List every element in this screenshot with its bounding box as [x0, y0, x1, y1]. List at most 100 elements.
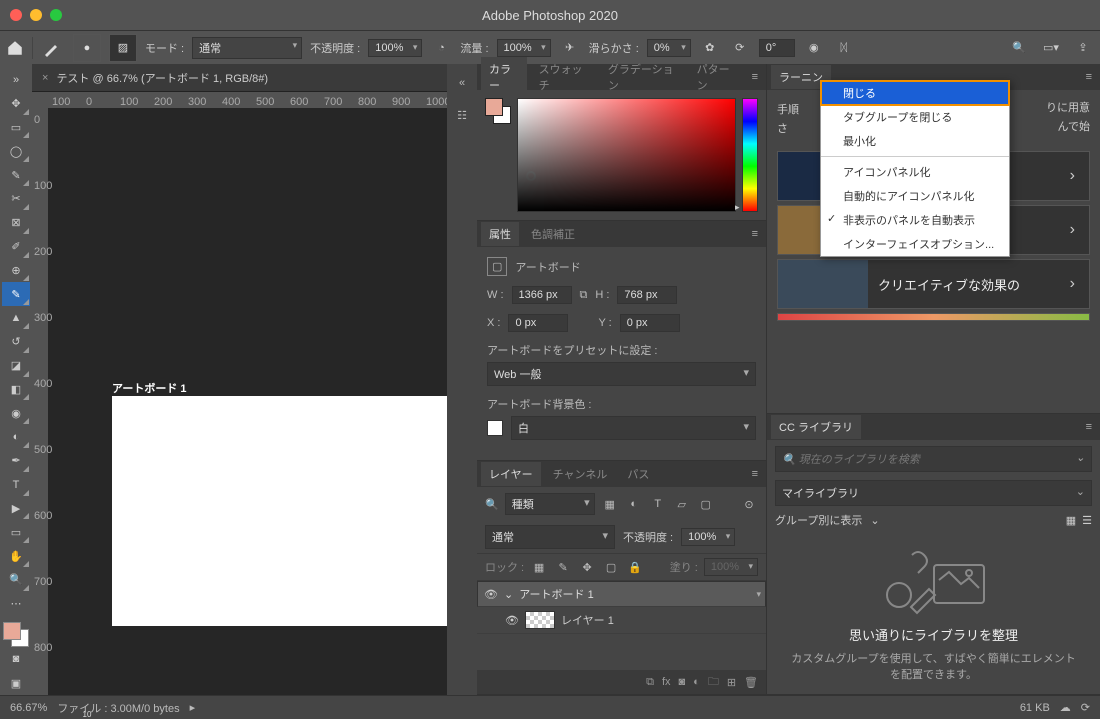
- tab-color[interactable]: カラー: [481, 57, 527, 97]
- flow-select[interactable]: 100%: [497, 39, 551, 57]
- document-tab[interactable]: × テスト @ 66.7% (アートボード 1, RGB/8#): [32, 64, 447, 92]
- zoom-level[interactable]: 66.67%: [10, 702, 47, 714]
- search-icon[interactable]: 🔍: [1008, 37, 1030, 59]
- filter-adjustment-icon[interactable]: ◐: [625, 495, 643, 513]
- cclib-panel-menu-icon[interactable]: ≡: [1082, 421, 1096, 433]
- tab-paths[interactable]: パス: [619, 462, 657, 486]
- height-input[interactable]: 768 px: [617, 286, 677, 304]
- pressure-opacity-icon[interactable]: ◔: [430, 37, 452, 59]
- filter-toggle-icon[interactable]: ⊙: [740, 495, 758, 513]
- smoothing-select[interactable]: 0%: [647, 39, 691, 57]
- healing-tool[interactable]: ⊕: [2, 259, 30, 283]
- home-icon[interactable]: [6, 39, 24, 57]
- blur-tool[interactable]: ◉: [2, 401, 30, 425]
- brush-tool-icon[interactable]: [41, 37, 65, 59]
- marquee-tool[interactable]: ▭: [2, 116, 30, 140]
- tab-channels[interactable]: チャンネル: [545, 462, 616, 486]
- cloud-sync-icon[interactable]: ☁: [1060, 701, 1071, 714]
- screen-mode-icon[interactable]: ▣: [2, 671, 30, 695]
- lock-position-icon[interactable]: ✥: [578, 558, 596, 576]
- color-swatches[interactable]: [3, 622, 29, 648]
- frame-tool[interactable]: ⊠: [2, 211, 30, 235]
- expand-icon[interactable]: ⌄: [504, 588, 513, 601]
- color-fg-bg-swatch[interactable]: [485, 98, 511, 124]
- lock-all-icon[interactable]: 🔒: [626, 558, 644, 576]
- lock-transparency-icon[interactable]: ▦: [530, 558, 548, 576]
- menu-item[interactable]: 最小化: [821, 129, 1009, 153]
- menu-item[interactable]: インターフェイスオプション...: [821, 232, 1009, 256]
- visibility-icon[interactable]: 👁: [484, 588, 498, 601]
- brush-preset-picker[interactable]: ●10: [73, 34, 101, 62]
- color-panel-menu-icon[interactable]: ≡: [748, 71, 762, 83]
- share-icon[interactable]: ⇪: [1072, 37, 1094, 59]
- type-tool[interactable]: T: [2, 473, 30, 497]
- menu-item[interactable]: タブグループを閉じる: [821, 105, 1009, 129]
- cclib-library-select[interactable]: マイライブラリ: [775, 480, 1092, 506]
- move-tool[interactable]: ✥: [2, 92, 30, 116]
- eraser-tool[interactable]: ◪: [2, 354, 30, 378]
- link-wh-icon[interactable]: ⧉: [580, 289, 588, 302]
- layer-opacity-input[interactable]: 100%: [681, 528, 735, 546]
- shape-tool[interactable]: ▭: [2, 520, 30, 544]
- color-field[interactable]: [517, 98, 736, 212]
- menu-item[interactable]: アイコンパネル化: [821, 160, 1009, 184]
- collapse-toolbar-icon[interactable]: »: [2, 68, 30, 92]
- opacity-select[interactable]: 100%: [368, 39, 422, 57]
- quick-mask-icon[interactable]: ◙: [2, 647, 30, 671]
- smoothing-options-icon[interactable]: ✿: [699, 37, 721, 59]
- symmetry-icon[interactable]: ᛞ: [833, 37, 855, 59]
- artboard-label[interactable]: アートボード 1: [112, 380, 187, 396]
- minimize-window-icon[interactable]: [30, 9, 42, 21]
- zoom-tool[interactable]: 🔍: [2, 568, 30, 592]
- new-group-icon[interactable]: 🗀: [708, 673, 719, 692]
- lock-pixels-icon[interactable]: ✎: [554, 558, 572, 576]
- clone-stamp-tool[interactable]: ▲: [2, 306, 30, 330]
- gradient-tool[interactable]: ◧: [2, 378, 30, 402]
- learn-card[interactable]: クリエイティブな効果の›: [777, 259, 1090, 309]
- x-input[interactable]: 0 px: [508, 314, 568, 332]
- filter-smart-icon[interactable]: ▢: [697, 495, 715, 513]
- fill-input[interactable]: 100%: [704, 558, 758, 576]
- menu-item[interactable]: 非表示のパネルを自動表示: [821, 208, 1009, 232]
- bgcolor-select[interactable]: 白: [511, 416, 756, 440]
- history-brush-tool[interactable]: ↺: [2, 330, 30, 354]
- brush-tool[interactable]: ✎: [2, 282, 30, 306]
- eyedropper-tool[interactable]: ✐: [2, 235, 30, 259]
- cclib-search-input[interactable]: 🔍 現在のライブラリを検索: [775, 446, 1092, 472]
- file-info[interactable]: ファイル : 3.00M/0 bytes: [57, 700, 179, 716]
- close-window-icon[interactable]: [10, 9, 22, 21]
- layer-blend-select[interactable]: 通常: [485, 525, 615, 549]
- angle-input[interactable]: 0°: [759, 39, 795, 57]
- preset-select[interactable]: Web 一般: [487, 362, 756, 386]
- quick-select-tool[interactable]: ✎: [2, 163, 30, 187]
- lasso-tool[interactable]: ◯: [2, 139, 30, 163]
- canvas[interactable]: 0100200300400500600700800 アートボード 1: [32, 108, 447, 695]
- sync-settings-icon[interactable]: ⟳: [1081, 701, 1090, 714]
- hand-tool[interactable]: ✋: [2, 544, 30, 568]
- cclib-grid-view-icon[interactable]: ▦: [1066, 514, 1076, 527]
- filter-pixel-icon[interactable]: ▦: [601, 495, 619, 513]
- y-input[interactable]: 0 px: [620, 314, 680, 332]
- cclib-group-label[interactable]: グループ別に表示: [775, 512, 862, 528]
- properties-panel-menu-icon[interactable]: ≡: [748, 228, 762, 240]
- hue-strip[interactable]: [742, 98, 758, 212]
- link-layers-icon[interactable]: ⧉: [646, 676, 654, 689]
- layer-row-artboard[interactable]: 👁 ⌄ アートボード 1: [477, 581, 766, 607]
- airbrush-icon[interactable]: ✈: [559, 37, 581, 59]
- artboard[interactable]: [112, 396, 447, 626]
- layer-kind-filter[interactable]: 種類: [505, 493, 595, 515]
- new-fill-icon[interactable]: ◐: [693, 676, 700, 688]
- menu-item[interactable]: 自動的にアイコンパネル化: [821, 184, 1009, 208]
- delete-layer-icon[interactable]: 🗑: [744, 676, 758, 689]
- close-tab-icon[interactable]: ×: [42, 72, 48, 84]
- tab-cclibrary[interactable]: CC ライブラリ: [771, 415, 861, 439]
- layer-mask-icon[interactable]: ◙: [679, 676, 686, 688]
- tab-properties[interactable]: 属性: [481, 222, 519, 246]
- edit-toolbar-icon[interactable]: ⋯: [2, 592, 30, 616]
- learn-panel-menu-icon[interactable]: ≡: [1082, 71, 1096, 83]
- tab-patterns[interactable]: パターン: [689, 57, 744, 97]
- new-layer-icon[interactable]: ⊞: [727, 676, 736, 689]
- workspace-icon[interactable]: ▭▾: [1040, 37, 1062, 59]
- width-input[interactable]: 1366 px: [512, 286, 572, 304]
- lock-artboard-icon[interactable]: ▢: [602, 558, 620, 576]
